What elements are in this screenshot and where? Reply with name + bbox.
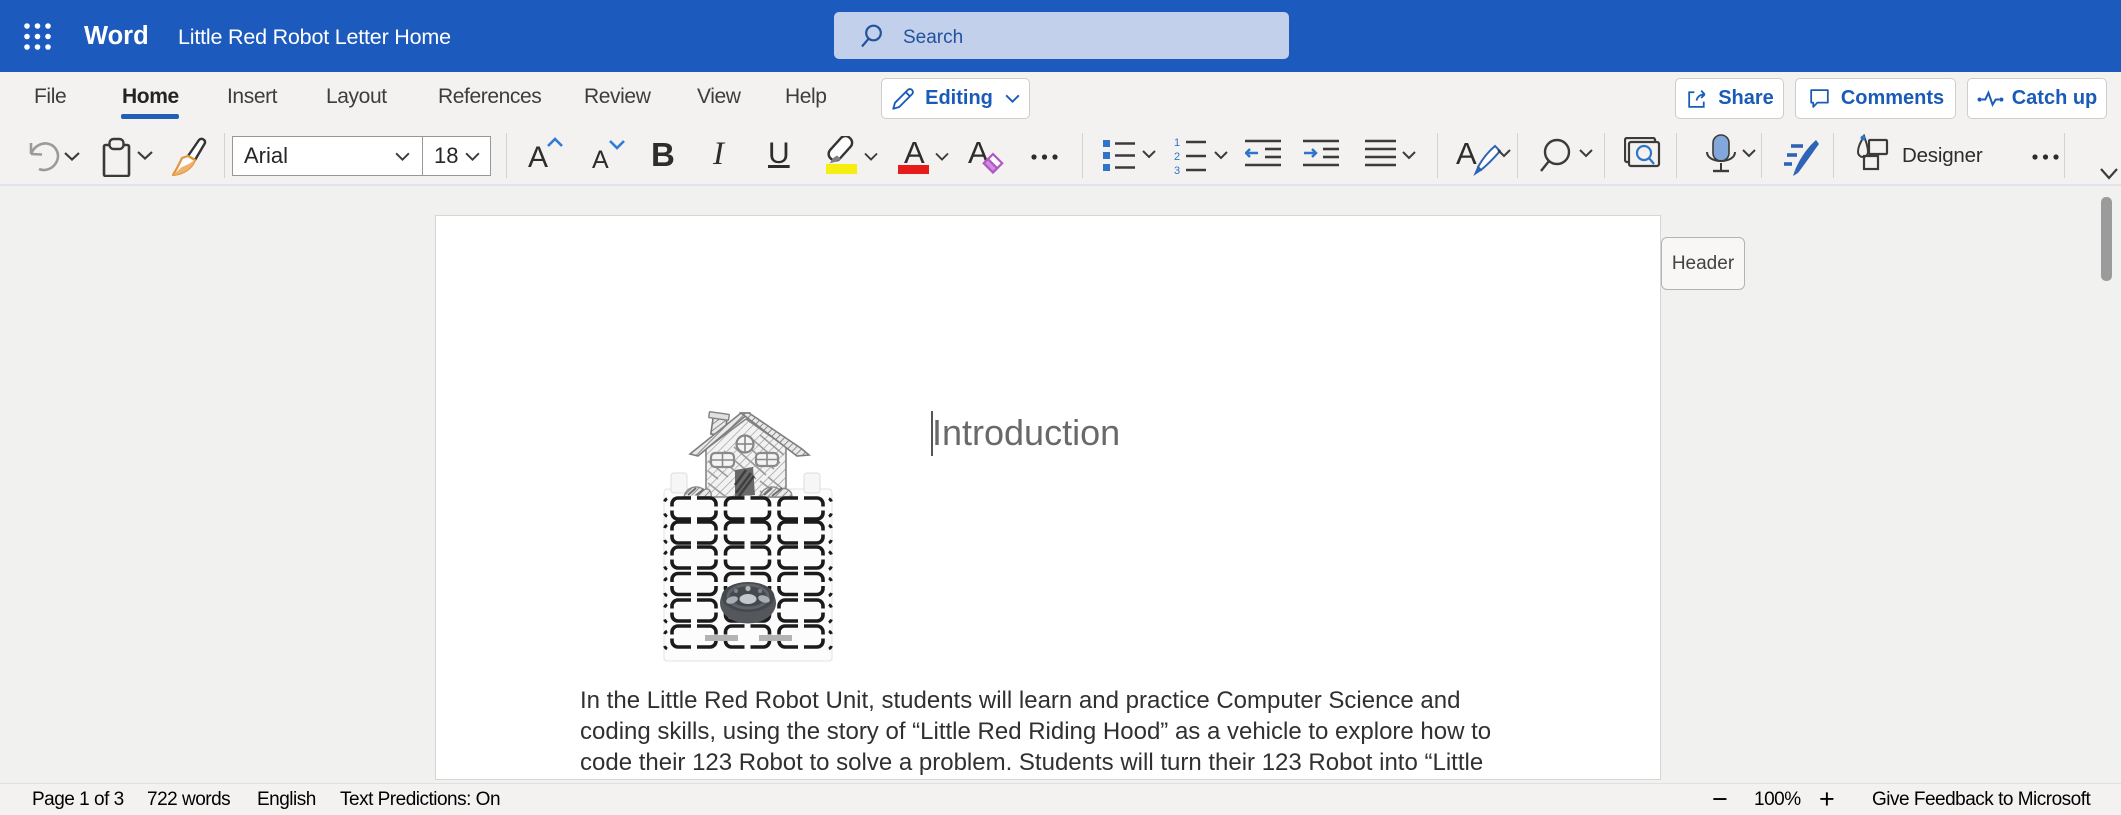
svg-text:A: A [1456, 136, 1477, 171]
svg-text:3: 3 [1174, 165, 1180, 176]
svg-text:2: 2 [1174, 151, 1180, 163]
svg-text:1: 1 [1174, 137, 1180, 149]
